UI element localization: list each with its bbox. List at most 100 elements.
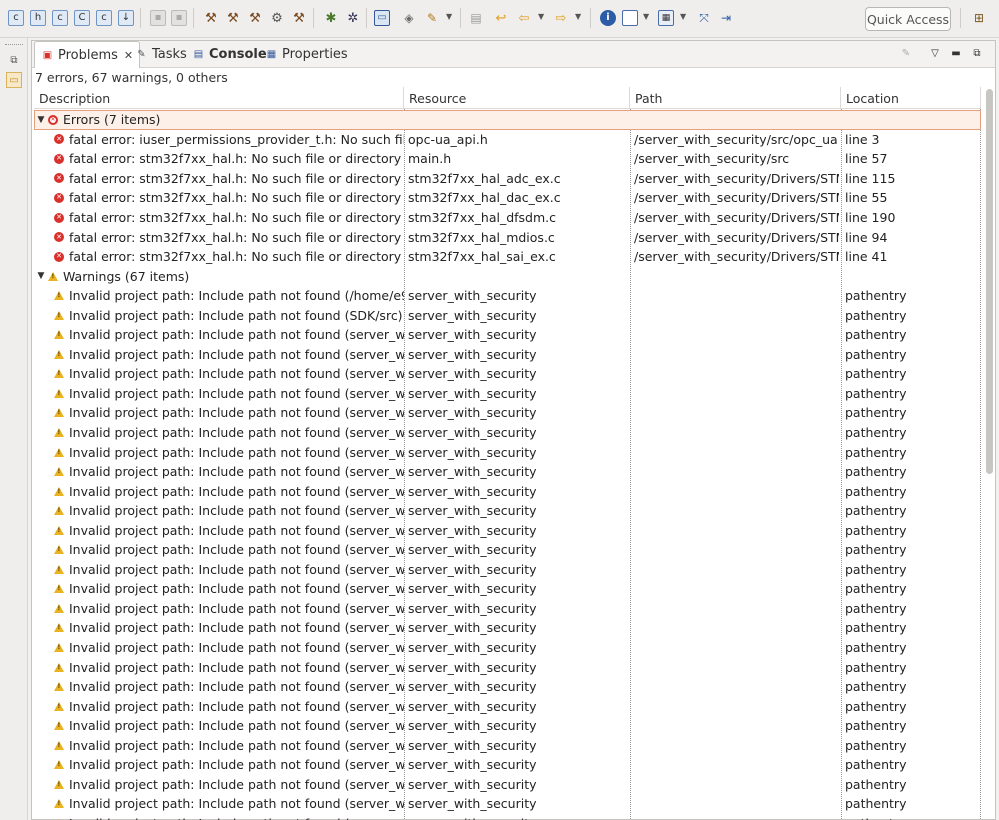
back-icon[interactable]: ⇦ [516, 10, 532, 26]
table-row[interactable]: Invalid project path: Include path not f… [34, 814, 981, 820]
save-all-icon[interactable]: ▪ [171, 10, 187, 26]
quick-access-field[interactable]: Quick Access [865, 7, 951, 31]
table-row[interactable]: Invalid project path: Include path not f… [34, 657, 981, 677]
table-row[interactable]: Invalid project path: Include path not f… [34, 501, 981, 521]
minimized-view-icon[interactable]: ▭ [6, 72, 22, 88]
focus-icon[interactable]: ✎ [899, 46, 913, 60]
build-icon[interactable]: ⚒ [203, 10, 219, 26]
column-header-path[interactable]: Path [630, 87, 841, 109]
expand-triangle-icon[interactable]: ▼ [35, 271, 47, 281]
table-row[interactable]: Invalid project path: Include path not f… [34, 364, 981, 384]
description-cell: Invalid project path: Include path not f… [34, 442, 404, 462]
build-target-icon[interactable]: ⚒ [291, 10, 307, 26]
info-icon[interactable]: i [600, 10, 616, 26]
window-icon[interactable] [622, 10, 638, 26]
table-row[interactable]: Invalid project path: Include path not f… [34, 462, 981, 482]
minimize-icon[interactable]: ▬ [949, 46, 963, 60]
table-row[interactable]: Invalid project path: Include path not f… [34, 579, 981, 599]
table-row[interactable]: ✕ fatal error: stm32f7xx_hal.h: No such f… [34, 227, 981, 247]
build-config-icon[interactable]: ⚒ [247, 10, 263, 26]
new-file-icon[interactable]: c [96, 10, 112, 26]
table-row[interactable]: Invalid project path: Include path not f… [34, 677, 981, 697]
path-cell [634, 599, 839, 619]
save-icon[interactable]: ▪ [150, 10, 166, 26]
table-row[interactable]: ✕ fatal error: stm32f7xx_hal.h: No such f… [34, 188, 981, 208]
maximize-view-icon[interactable]: ⧉ [970, 46, 984, 60]
column-header-description[interactable]: Description [34, 87, 404, 109]
chevron-down-icon[interactable]: ▼ [446, 12, 452, 21]
table-row[interactable]: ✕ fatal error: iuser_permissions_provider… [34, 130, 981, 150]
toolbar-separator [460, 8, 461, 28]
table-row[interactable]: Invalid project path: Include path not f… [34, 736, 981, 756]
resource-cell-text: server_with_security [408, 425, 537, 441]
search-icon[interactable]: ▤ [468, 10, 484, 26]
table-row[interactable]: Invalid project path: Include path not f… [34, 716, 981, 736]
table-row[interactable]: Invalid project path: Include path not f… [34, 520, 981, 540]
new-source-icon[interactable]: c [52, 10, 68, 26]
table-row[interactable]: Invalid project path: Include path not f… [34, 540, 981, 560]
chevron-down-icon[interactable]: ▼ [575, 12, 581, 21]
table-row[interactable]: Invalid project path: Include path not f… [34, 423, 981, 443]
back-icon[interactable]: ↩ [493, 10, 509, 26]
description-text: Invalid project path: Include path not f… [69, 483, 404, 499]
new-class-icon[interactable]: C [74, 10, 90, 26]
build-all-icon[interactable]: ⚒ [225, 10, 241, 26]
table-row[interactable]: Invalid project path: Include path not f… [34, 560, 981, 580]
location-cell-text: line 3 [845, 131, 880, 147]
table-row[interactable]: Invalid project path: Include path not f… [34, 794, 981, 814]
path-cell [634, 501, 839, 521]
table-row[interactable]: Invalid project path: Include path not f… [34, 325, 981, 345]
open-console-icon[interactable]: ▭ [374, 10, 390, 26]
trim-grip[interactable] [5, 44, 23, 46]
expand-triangle-icon[interactable]: ▼ [35, 115, 47, 125]
table-row[interactable]: ✕ fatal error: stm32f7xx_hal.h: No such f… [34, 169, 981, 189]
forward-icon[interactable]: ⇨ [553, 10, 569, 26]
exit-icon[interactable]: ⇥ [718, 10, 734, 26]
table-row[interactable]: ✕ fatal error: stm32f7xx_hal.h: No such f… [34, 208, 981, 228]
debug-config-icon[interactable]: ✱ [323, 10, 339, 26]
scrollbar-thumb[interactable] [986, 89, 993, 474]
errors-group-row[interactable]: ▼ ✕ Errors (7 items) [34, 110, 981, 130]
run-icon[interactable]: ✲ [345, 10, 361, 26]
table-row[interactable]: ✕ fatal error: stm32f7xx_hal.h: No such f… [34, 247, 981, 267]
perspective-icon[interactable]: ⊞ [971, 10, 987, 26]
path-cell [634, 442, 839, 462]
table-row[interactable]: Invalid project path: Include path not f… [34, 481, 981, 501]
table-row[interactable]: Invalid project path: Include path not f… [34, 696, 981, 716]
open-type-icon[interactable]: ◈ [401, 10, 417, 26]
table-row[interactable]: Invalid project path: Include path not f… [34, 345, 981, 365]
warnings-group-row[interactable]: ▼ Warnings (67 items) [34, 266, 981, 286]
clean-icon[interactable]: ⚙ [269, 10, 285, 26]
table-row[interactable]: ✕ fatal error: stm32f7xx_hal.h: No such f… [34, 149, 981, 169]
column-header-resource[interactable]: Resource [404, 87, 630, 109]
chevron-down-icon[interactable]: ▼ [680, 12, 686, 21]
maximize-icon[interactable]: ⤧ [696, 10, 712, 26]
import-icon[interactable]: ↓ [118, 10, 134, 26]
table-row[interactable]: Invalid project path: Include path not f… [34, 384, 981, 404]
table-row[interactable]: Invalid project path: Include path not f… [34, 618, 981, 638]
view-menu-icon[interactable]: ▽ [928, 46, 942, 60]
new-c-project-icon[interactable]: c [8, 10, 24, 26]
location-cell: pathentry [845, 755, 979, 775]
column-header-location[interactable]: Location [841, 87, 981, 109]
vertical-scrollbar[interactable] [984, 87, 994, 820]
tab-tasks[interactable]: ✎ Tasks [129, 41, 193, 67]
chevron-down-icon[interactable]: ▼ [538, 12, 544, 21]
new-header-icon[interactable]: h [30, 10, 46, 26]
open-perspective-icon[interactable]: ✎ [424, 10, 440, 26]
table-row[interactable]: Invalid project path: Include path not f… [34, 638, 981, 658]
location-cell: line 41 [845, 247, 979, 267]
table-row[interactable]: Invalid project path: Include path not f… [34, 599, 981, 619]
chevron-down-icon[interactable]: ▼ [643, 12, 649, 21]
table-row[interactable]: Invalid project path: Include path not f… [34, 286, 981, 306]
path-cell: /server_with_security/src/opc_ua [634, 130, 839, 150]
tab-properties[interactable]: ▦ Properties [259, 41, 354, 67]
tab-problems[interactable]: ▣ Problems ✕ [34, 41, 141, 68]
table-row[interactable]: Invalid project path: Include path not f… [34, 775, 981, 795]
table-row[interactable]: Invalid project path: Include path not f… [34, 442, 981, 462]
table-row[interactable]: Invalid project path: Include path not f… [34, 403, 981, 423]
restore-icon[interactable]: ⧉ [6, 52, 22, 68]
table-row[interactable]: Invalid project path: Include path not f… [34, 755, 981, 775]
layout-icon[interactable]: ▦ [658, 10, 674, 26]
table-row[interactable]: Invalid project path: Include path not f… [34, 305, 981, 325]
